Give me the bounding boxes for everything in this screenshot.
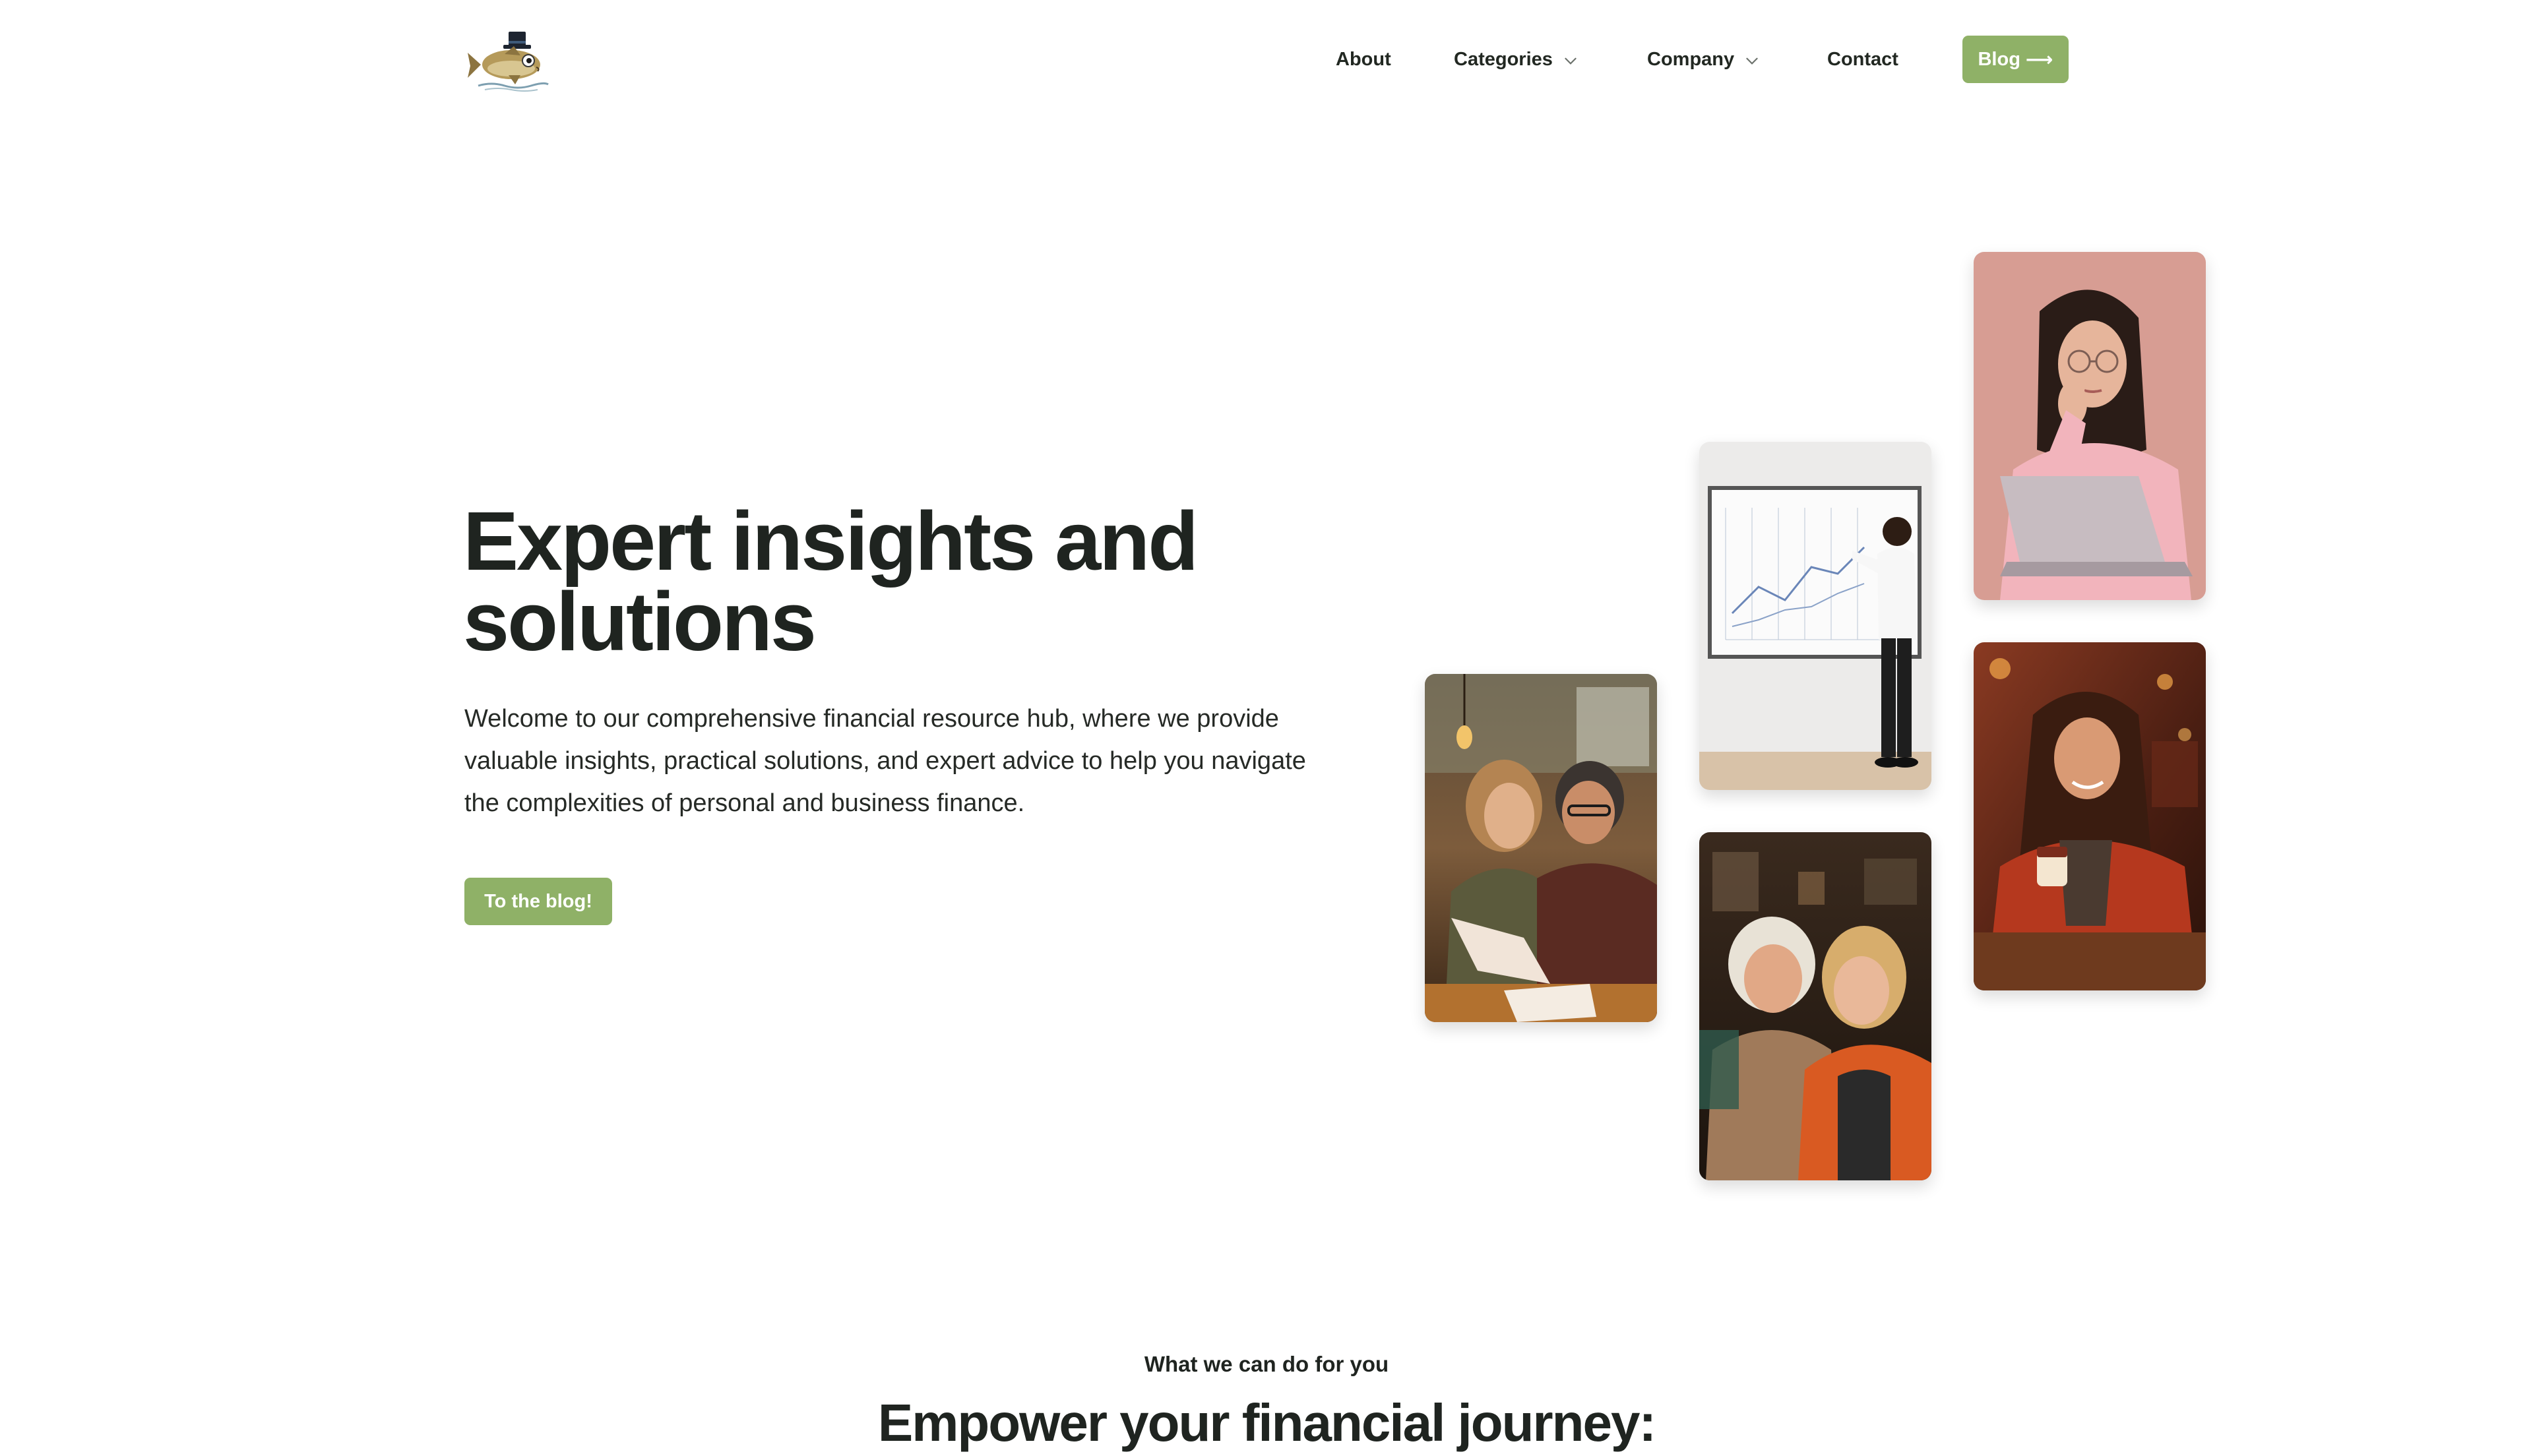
nav-company-label: Company: [1647, 48, 1735, 70]
hero-title: Expert insights and solutions: [463, 495, 1199, 668]
woman-with-laptop-photo: [1974, 252, 2206, 600]
site-header: About Categories Company Contact Blog ⟶: [0, 0, 2533, 119]
nav-about[interactable]: About: [1336, 49, 1391, 71]
couple-reviewing-document-photo: [1425, 674, 1657, 1022]
woman-with-coffee-photo: [1974, 642, 2206, 990]
section-eyebrow: What we can do for you: [1144, 1352, 1389, 1376]
logo-link[interactable]: [465, 28, 551, 94]
nav-contact[interactable]: Contact: [1827, 49, 1898, 71]
fish-logo-icon: [468, 32, 549, 92]
man-at-whiteboard-photo: [1699, 442, 1931, 790]
to-the-blog-button[interactable]: To the blog!: [464, 878, 612, 925]
chevron-down-icon: [1565, 57, 1577, 65]
nav-company-dropdown[interactable]: Company: [1647, 49, 1761, 71]
nav-about-label: About: [1336, 48, 1391, 70]
nav-categories-dropdown[interactable]: Categories: [1454, 49, 1579, 71]
blog-button[interactable]: Blog ⟶: [1962, 36, 2069, 83]
arrow-right-icon: ⟶: [2025, 49, 2053, 71]
two-women-laughing-photo: [1699, 832, 1931, 1180]
section-title: Empower your financial journey:: [877, 1393, 1656, 1452]
blog-button-label: Blog: [1978, 48, 2020, 70]
nav-contact-label: Contact: [1827, 48, 1898, 70]
nav-categories-label: Categories: [1454, 48, 1553, 70]
hero-description: Welcome to our comprehensive financial r…: [464, 705, 1306, 817]
chevron-down-icon: [1746, 57, 1758, 65]
